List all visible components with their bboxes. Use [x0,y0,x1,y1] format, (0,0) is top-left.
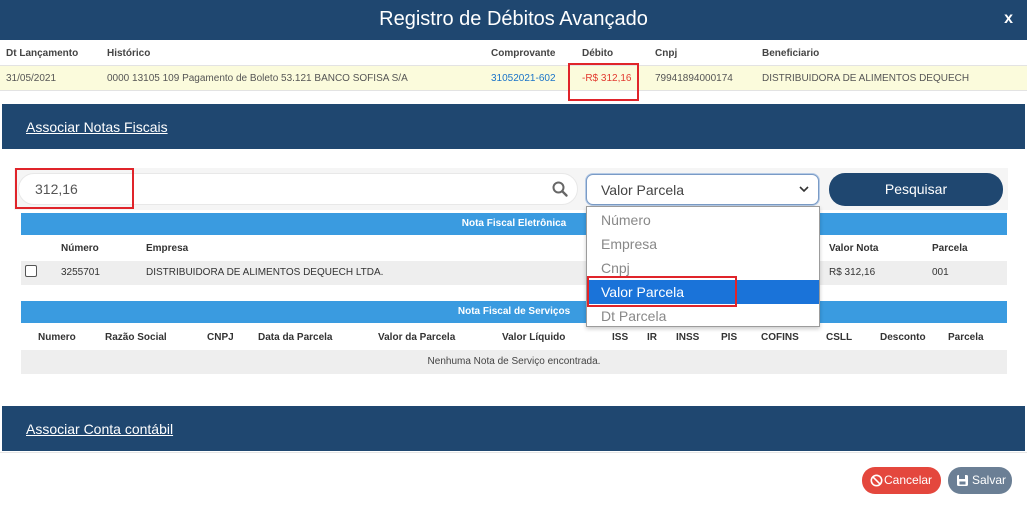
nfs-col-csll: CSLL [826,332,853,343]
col-historico: Histórico [107,48,151,59]
nfe-row-valor-nota: R$ 312,16 [829,267,876,278]
floppy-disk-icon [957,475,968,486]
nfs-section-header: Nota Fiscal de Serviços [21,301,1007,323]
modal-title: Registro de Débitos Avançado [379,8,648,30]
nfe-col-valor-nota: Valor Nota [829,243,879,254]
associar-conta-link[interactable]: Associar Conta contábil [26,421,173,437]
nfs-col-pis: PIS [721,332,738,343]
col-dt-lancamento: Dt Lançamento [6,48,79,59]
chevron-down-icon [799,186,809,193]
col-comprovante: Comprovante [491,48,556,59]
nfe-col-parcela: Parcela [932,243,968,254]
filter-option-dt-parcela[interactable]: Dt Parcela [587,304,819,328]
nfe-row-checkbox[interactable] [25,265,37,277]
close-icon[interactable]: x [1004,10,1013,28]
save-button-label: Salvar [972,473,1007,487]
modal-title-bar: Registro de Débitos Avançado x [0,0,1027,40]
debit-comprovante-link[interactable]: 31052021-602 [491,73,556,84]
cancel-icon [870,474,883,487]
associar-notas-panel: Associar Notas Fiscais [2,104,1025,149]
nfs-col-numero: Numero [38,332,76,343]
nfs-col-iss: ISS [612,332,629,343]
search-button[interactable]: Pesquisar [829,173,1003,206]
debit-value-highlight [568,63,639,101]
nfs-col-ir: IR [647,332,657,343]
debit-date: 31/05/2021 [6,73,57,84]
nfs-empty-message: Nenhuma Nota de Serviço encontrada. [21,350,1007,374]
nfs-col-desconto: Desconto [880,332,926,343]
col-beneficiario: Beneficiario [762,48,820,59]
search-input-highlight [15,168,134,209]
debit-table-header: Dt Lançamento Histórico Comprovante Débi… [0,40,1027,66]
associar-conta-panel: Associar Conta contábil [2,406,1025,451]
nfe-col-numero: Número [61,243,99,254]
filter-select[interactable]: Valor Parcela [586,174,819,205]
nfs-col-razao-social: Razão Social [105,332,167,343]
debit-beneficiario: DISTRIBUIDORA DE ALIMENTOS DEQUECH [762,73,970,84]
nfe-section-header: Nota Fiscal Eletrônica [21,213,1007,235]
filter-select-value: Valor Parcela [601,182,685,198]
search-icon[interactable] [551,180,569,198]
selected-option-highlight [587,276,737,307]
nfe-row-parcela: 001 [932,267,949,278]
debit-cnpj: 79941894000174 [655,73,733,84]
nfs-col-parcela: Parcela [948,332,984,343]
filter-option-numero[interactable]: Número [587,208,819,232]
save-button[interactable]: Salvar [948,467,1012,494]
nfs-col-cnpj: CNPJ [207,332,234,343]
nfe-row-empresa: DISTRIBUIDORA DE ALIMENTOS DEQUECH LTDA. [146,267,384,278]
debit-historico: 0000 13105 109 Pagamento de Boleto 53.12… [107,73,408,84]
cancel-button[interactable]: Cancelar [862,467,941,494]
nfs-col-valor-liquido: Valor Líquido [502,332,566,343]
nfs-col-valor-parcela: Valor da Parcela [378,332,456,343]
associar-notas-link[interactable]: Associar Notas Fiscais [26,119,168,135]
nfe-section-title: Nota Fiscal Eletrônica [461,218,567,229]
nfe-row-numero: 3255701 [61,267,100,278]
debit-row: 31/05/2021 0000 13105 109 Pagamento de B… [0,66,1027,91]
filter-option-empresa[interactable]: Empresa [587,232,819,256]
nfs-section-title: Nota Fiscal de Serviços [457,306,571,317]
col-debito: Débito [582,48,614,59]
footer-divider [0,452,1027,453]
cancel-button-label: Cancelar [884,473,933,487]
col-cnpj: Cnpj [655,48,678,59]
nfe-col-empresa: Empresa [146,243,189,254]
nfs-col-inss: INSS [676,332,700,343]
nfs-col-cofins: COFINS [761,332,799,343]
nfs-col-data-parcela: Data da Parcela [258,332,333,343]
filter-dropdown: Número Empresa Cnpj Valor Parcela Dt Par… [586,206,820,327]
